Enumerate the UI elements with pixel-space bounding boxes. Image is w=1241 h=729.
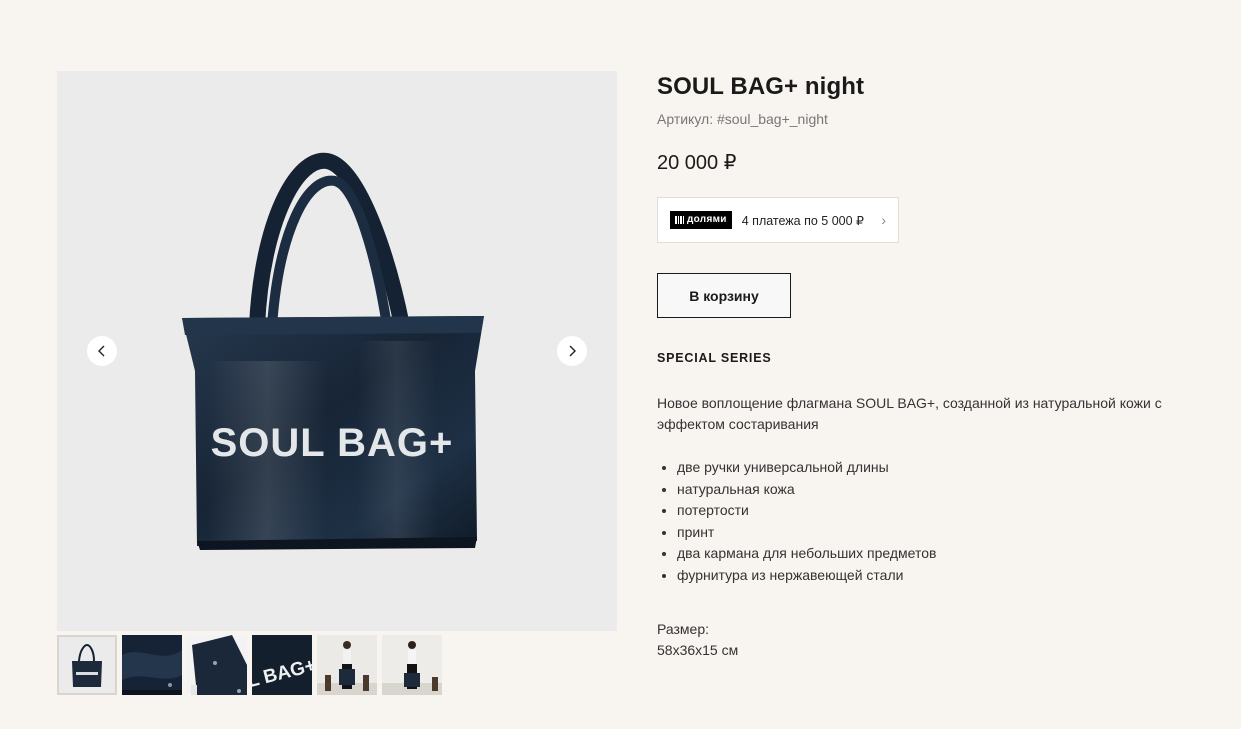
bag-illustration: SOUL BAG+ bbox=[182, 152, 484, 550]
chevron-left-icon bbox=[98, 345, 105, 357]
feature-item: фурнитура из нержавеющей стали bbox=[677, 565, 1197, 587]
dolyami-bars-icon bbox=[675, 216, 684, 224]
thumbnail-bag-front[interactable] bbox=[57, 635, 117, 695]
chevron-right-icon bbox=[569, 345, 576, 357]
product-main-image[interactable]: SOUL BAG+ bbox=[57, 71, 617, 631]
feature-item: потертости bbox=[677, 500, 1197, 522]
product-price: 20 000 ₽ bbox=[657, 152, 737, 174]
feature-item: натуральная кожа bbox=[677, 479, 1197, 501]
feature-item: две ручки универсальной длины bbox=[677, 457, 1197, 479]
thumbnail-leather-closeup[interactable] bbox=[122, 635, 182, 695]
product-title: SOUL BAG+ night bbox=[657, 73, 865, 100]
svg-text:SOUL BAG+: SOUL BAG+ bbox=[211, 421, 454, 465]
add-to-cart-button[interactable]: В корзину bbox=[657, 273, 791, 318]
thumbnail-model-holding[interactable] bbox=[382, 635, 442, 695]
feature-item: два кармана для небольших предметов bbox=[677, 543, 1197, 565]
product-sku: Артикул: #soul_bag+_night bbox=[657, 111, 828, 127]
dolyami-logo: долями bbox=[670, 211, 732, 229]
size-value: 58х36х15 см bbox=[657, 641, 739, 658]
feature-item: принт bbox=[677, 522, 1197, 544]
next-image-button[interactable] bbox=[557, 336, 587, 366]
feature-list: две ручки универсальной длины натуральна… bbox=[657, 457, 1197, 587]
thumbnail-model-front[interactable] bbox=[317, 635, 377, 695]
product-description: Новое воплощение флагмана SOUL BAG+, соз… bbox=[657, 395, 1162, 432]
series-label: SPECIAL SERIES bbox=[657, 351, 772, 365]
product-page: SOUL BAG+ L BAG+ SOUL BAG+ night Артикул… bbox=[0, 0, 1241, 729]
prev-image-button[interactable] bbox=[87, 336, 117, 366]
chevron-right-icon: › bbox=[881, 212, 886, 228]
thumbnail-strip: L BAG+ bbox=[57, 635, 442, 695]
dolyami-installment-widget[interactable]: долями 4 платежа по 5 000 ₽ › bbox=[657, 197, 899, 243]
product-info: SOUL BAG+ night Артикул: #soul_bag+_nigh… bbox=[657, 71, 1197, 661]
thumbnail-print-closeup[interactable]: L BAG+ bbox=[252, 635, 312, 695]
dolyami-text: 4 платежа по 5 000 ₽ bbox=[741, 213, 864, 228]
size-label: Размер: bbox=[657, 620, 710, 637]
thumbnail-bag-corner[interactable] bbox=[187, 635, 247, 695]
